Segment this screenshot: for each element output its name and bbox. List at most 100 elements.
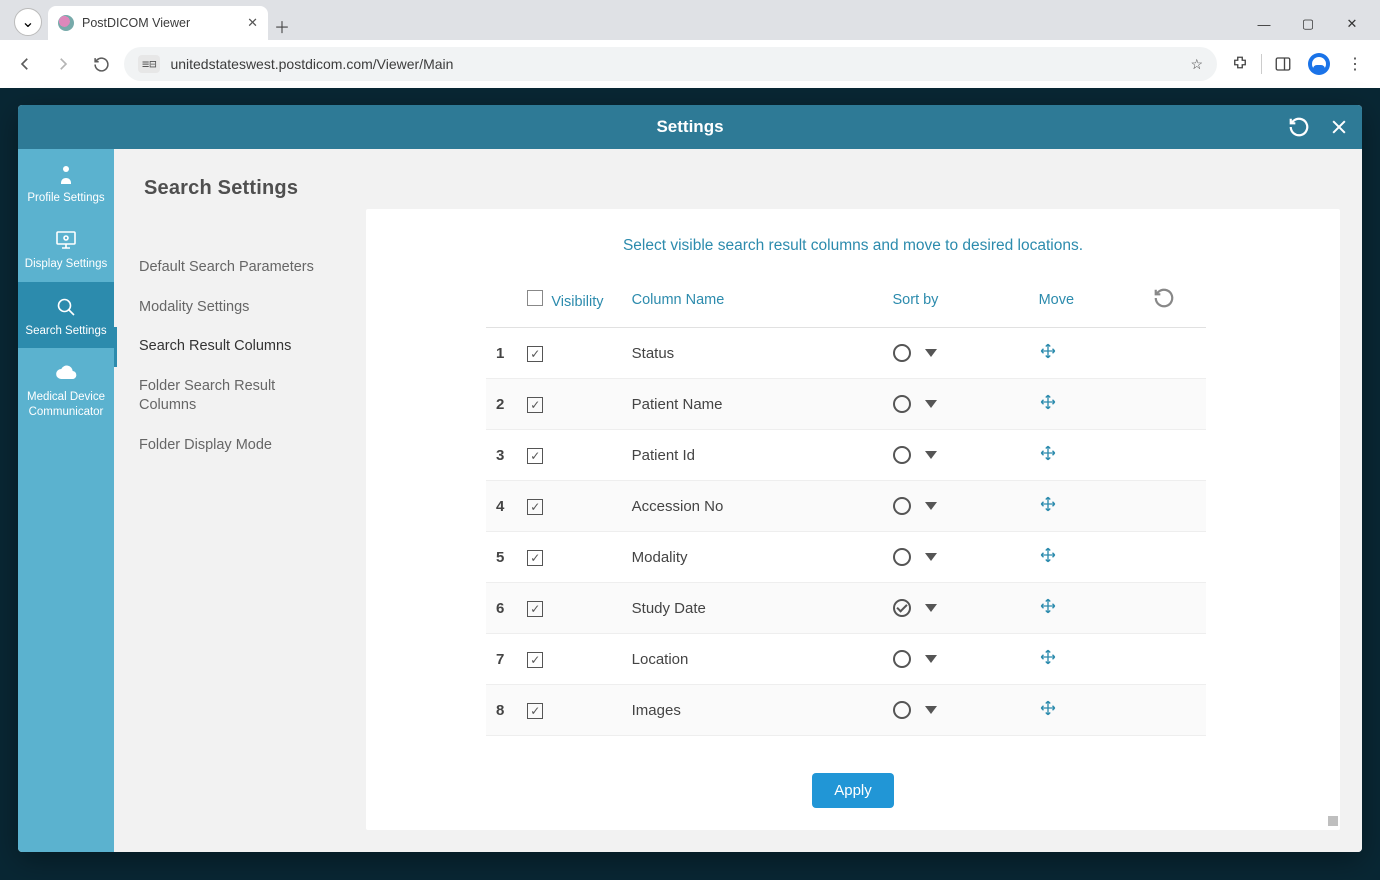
- monitor-icon: [22, 227, 110, 253]
- scrollbar-handle[interactable]: [1328, 816, 1338, 826]
- magnifier-icon: [22, 294, 110, 320]
- nav-back-button[interactable]: [10, 49, 40, 79]
- page-title: Search Settings: [114, 177, 344, 248]
- category-label: Profile Settings: [22, 191, 110, 205]
- sort-direction-toggle[interactable]: [925, 400, 937, 408]
- nav-reload-button[interactable]: [86, 49, 116, 79]
- sort-radio[interactable]: [893, 395, 911, 413]
- nav-forward-button[interactable]: [48, 49, 78, 79]
- category-display-settings[interactable]: Display Settings: [18, 215, 114, 281]
- move-handle[interactable]: [1039, 398, 1057, 415]
- bookmark-star-icon[interactable]: ☆: [1190, 56, 1203, 73]
- sort-direction-toggle[interactable]: [925, 655, 937, 663]
- modal-title: Settings: [656, 117, 723, 137]
- url-field[interactable]: ≡⊟ unitedstateswest.postdicom.com/Viewer…: [124, 47, 1217, 81]
- row-index: 5: [486, 532, 517, 583]
- tab-close-icon[interactable]: ✕: [247, 15, 258, 31]
- sort-direction-toggle[interactable]: [925, 451, 937, 459]
- modal-close-button[interactable]: [1326, 114, 1352, 140]
- visibility-checkbox[interactable]: ✓: [527, 601, 543, 617]
- sort-direction-toggle[interactable]: [925, 502, 937, 510]
- category-profile-settings[interactable]: Profile Settings: [18, 149, 114, 215]
- subnav-item[interactable]: Modality Settings: [114, 288, 344, 328]
- subnav-item[interactable]: Folder Search Result Columns: [114, 367, 344, 426]
- column-name-cell: Images: [622, 685, 883, 736]
- settings-subnav: Search Settings Default Search Parameter…: [114, 149, 344, 852]
- window-controls: ― ▢ ✕: [1242, 8, 1380, 40]
- row-index: 2: [486, 379, 517, 430]
- sort-radio[interactable]: [893, 650, 911, 668]
- select-all-checkbox[interactable]: [527, 290, 543, 306]
- row-index: 7: [486, 634, 517, 685]
- person-icon: [22, 161, 110, 187]
- window-maximize-button[interactable]: ▢: [1286, 8, 1330, 40]
- reset-columns-button[interactable]: [1153, 297, 1175, 313]
- sort-radio[interactable]: [893, 497, 911, 515]
- profile-avatar[interactable]: [1304, 49, 1334, 79]
- visibility-checkbox[interactable]: ✓: [527, 397, 543, 413]
- modal-refresh-button[interactable]: [1286, 114, 1312, 140]
- header-column-name: Column Name: [632, 292, 725, 308]
- visibility-checkbox[interactable]: ✓: [527, 448, 543, 464]
- move-handle[interactable]: [1039, 602, 1057, 619]
- column-name-cell: Status: [622, 328, 883, 379]
- move-handle[interactable]: [1039, 449, 1057, 466]
- side-panel-icon[interactable]: [1268, 49, 1298, 79]
- sort-radio[interactable]: [893, 548, 911, 566]
- category-label: Medical Device Communicator: [22, 390, 110, 419]
- column-name-cell: Patient Id: [622, 430, 883, 481]
- cloud-icon: [22, 360, 110, 386]
- sort-direction-toggle[interactable]: [925, 706, 937, 714]
- move-handle[interactable]: [1039, 551, 1057, 568]
- window-close-button[interactable]: ✕: [1330, 8, 1374, 40]
- window-minimize-button[interactable]: ―: [1242, 8, 1286, 40]
- sort-direction-toggle[interactable]: [925, 553, 937, 561]
- row-index: 8: [486, 685, 517, 736]
- instruction-text: Select visible search result columns and…: [366, 209, 1340, 273]
- category-label: Search Settings: [22, 324, 110, 338]
- extensions-icon[interactable]: [1225, 49, 1255, 79]
- subnav-item[interactable]: Search Result Columns: [114, 327, 344, 367]
- apply-button[interactable]: Apply: [812, 773, 894, 808]
- browser-menu-icon[interactable]: ⋮: [1340, 49, 1370, 79]
- move-handle[interactable]: [1039, 704, 1057, 721]
- category-medical-device-communicator[interactable]: Medical Device Communicator: [18, 348, 114, 429]
- new-tab-button[interactable]: ＋: [268, 12, 296, 40]
- tab-title: PostDICOM Viewer: [82, 16, 239, 30]
- tab-list-button[interactable]: ⌄: [14, 8, 42, 36]
- header-visibility: Visibility: [551, 294, 603, 310]
- sort-radio[interactable]: [893, 701, 911, 719]
- column-name-cell: Modality: [622, 532, 883, 583]
- sort-radio[interactable]: [893, 599, 911, 617]
- subnav-item[interactable]: Folder Display Mode: [114, 426, 344, 466]
- visibility-checkbox[interactable]: ✓: [527, 550, 543, 566]
- visibility-checkbox[interactable]: ✓: [527, 346, 543, 362]
- sort-radio[interactable]: [893, 446, 911, 464]
- visibility-checkbox[interactable]: ✓: [527, 652, 543, 668]
- move-handle[interactable]: [1039, 653, 1057, 670]
- browser-tab[interactable]: PostDICOM Viewer ✕: [48, 6, 268, 40]
- category-search-settings[interactable]: Search Settings: [18, 282, 114, 348]
- header-sort-by: Sort by: [893, 292, 939, 308]
- sort-direction-toggle[interactable]: [925, 604, 937, 612]
- settings-modal: Settings Profile Settings Displa: [18, 105, 1362, 852]
- row-index: 1: [486, 328, 517, 379]
- visibility-checkbox[interactable]: ✓: [527, 703, 543, 719]
- table-row: 1 ✓ Status: [486, 328, 1206, 379]
- column-name-cell: Patient Name: [622, 379, 883, 430]
- sort-direction-toggle[interactable]: [925, 349, 937, 357]
- table-row: 7✓Location: [486, 634, 1206, 685]
- table-row: 3✓Patient Id: [486, 430, 1206, 481]
- visibility-checkbox[interactable]: ✓: [527, 499, 543, 515]
- site-info-icon[interactable]: ≡⊟: [138, 55, 160, 73]
- row-index: 6: [486, 583, 517, 634]
- column-name-cell: Study Date: [622, 583, 883, 634]
- sort-radio[interactable]: [893, 344, 911, 362]
- move-handle[interactable]: [1039, 500, 1057, 517]
- columns-table-scroll[interactable]: Visibility Column Name Sort by Move: [366, 273, 1340, 759]
- table-row: 4✓Accession No: [486, 481, 1206, 532]
- move-handle[interactable]: [1039, 347, 1057, 364]
- tab-strip: ⌄ PostDICOM Viewer ✕ ＋ ― ▢ ✕: [0, 0, 1380, 40]
- subnav-item[interactable]: Default Search Parameters: [114, 248, 344, 288]
- content-area: Select visible search result columns and…: [344, 149, 1362, 852]
